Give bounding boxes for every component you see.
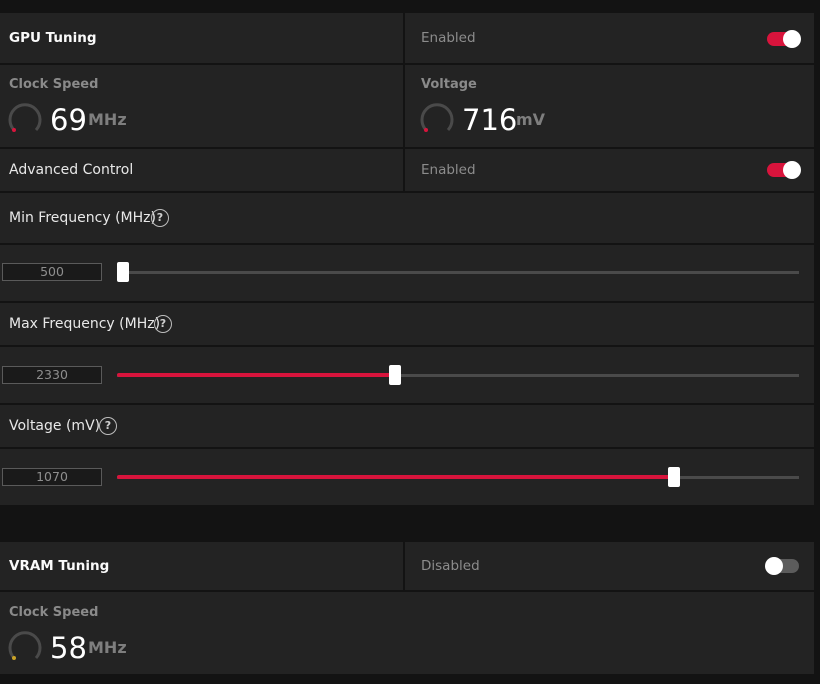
vram-clock-speed-unit: MHz bbox=[88, 638, 127, 657]
voltage-value: 716 bbox=[462, 103, 518, 137]
min-frequency-input[interactable]: 500 bbox=[2, 263, 102, 281]
clock-speed-metric: Clock Speed 69 MHz bbox=[0, 65, 403, 147]
min-frequency-label: Min Frequency (MHz) bbox=[9, 210, 156, 226]
help-icon[interactable]: ? bbox=[151, 209, 169, 227]
gpu-tuning-status: Enabled bbox=[421, 30, 476, 46]
slider-fill bbox=[117, 475, 674, 479]
slider-fill bbox=[117, 373, 395, 377]
max-frequency-label-row: Max Frequency (MHz) ? bbox=[0, 303, 814, 345]
clock-speed-unit: MHz bbox=[88, 110, 127, 129]
vram-tuning-toggle[interactable] bbox=[765, 557, 799, 575]
gauge-icon bbox=[8, 631, 42, 660]
vram-tuning-toggle-row: Disabled bbox=[405, 542, 814, 590]
voltage-label: Voltage bbox=[421, 77, 477, 92]
vram-clock-speed-value: 58 bbox=[50, 631, 87, 665]
toggle-knob bbox=[783, 30, 801, 48]
gauge-icon bbox=[8, 103, 42, 132]
advanced-control-status: Enabled bbox=[421, 162, 476, 178]
clock-speed-value: 69 bbox=[50, 103, 87, 137]
min-frequency-label-row: Min Frequency (MHz) ? bbox=[0, 193, 814, 243]
gauge-icon bbox=[420, 103, 454, 132]
vram-tuning-title: VRAM Tuning bbox=[9, 558, 110, 574]
voltage-slider-label: Voltage (mV) bbox=[9, 418, 101, 434]
advanced-control-row: Advanced Control bbox=[0, 149, 403, 191]
slider-track bbox=[117, 271, 799, 274]
vram-clock-speed-metric: Clock Speed 58 MHz bbox=[0, 592, 814, 674]
advanced-control-toggle[interactable] bbox=[767, 161, 801, 179]
help-icon[interactable]: ? bbox=[154, 315, 172, 333]
advanced-control-label: Advanced Control bbox=[9, 162, 134, 178]
gpu-tuning-toggle[interactable] bbox=[767, 30, 801, 48]
gpu-tuning-header: GPU Tuning bbox=[0, 13, 403, 63]
advanced-control-toggle-row: Enabled bbox=[405, 149, 814, 191]
max-frequency-slider-thumb[interactable] bbox=[389, 365, 401, 385]
toggle-knob bbox=[783, 161, 801, 179]
vram-tuning-header: VRAM Tuning bbox=[0, 542, 403, 590]
min-frequency-slider-row: 500 bbox=[0, 245, 814, 301]
max-frequency-slider-row: 2330 bbox=[0, 347, 814, 403]
voltage-slider-row: 1070 bbox=[0, 449, 814, 505]
voltage-unit: mV bbox=[516, 110, 546, 129]
help-icon[interactable]: ? bbox=[99, 417, 117, 435]
max-frequency-input[interactable]: 2330 bbox=[2, 366, 102, 384]
max-frequency-label: Max Frequency (MHz) bbox=[9, 316, 161, 332]
vram-clock-speed-label: Clock Speed bbox=[9, 605, 99, 620]
voltage-label-row: Voltage (mV) ? bbox=[0, 405, 814, 447]
voltage-metric: Voltage 716 mV bbox=[405, 65, 814, 147]
toggle-knob bbox=[765, 557, 783, 575]
clock-speed-label: Clock Speed bbox=[9, 77, 99, 92]
gpu-tuning-toggle-row: Enabled bbox=[405, 13, 814, 63]
voltage-input[interactable]: 1070 bbox=[2, 468, 102, 486]
gpu-tuning-title: GPU Tuning bbox=[9, 30, 97, 46]
voltage-slider-thumb[interactable] bbox=[668, 467, 680, 487]
min-frequency-slider-thumb[interactable] bbox=[117, 262, 129, 282]
vram-tuning-status: Disabled bbox=[421, 558, 480, 574]
